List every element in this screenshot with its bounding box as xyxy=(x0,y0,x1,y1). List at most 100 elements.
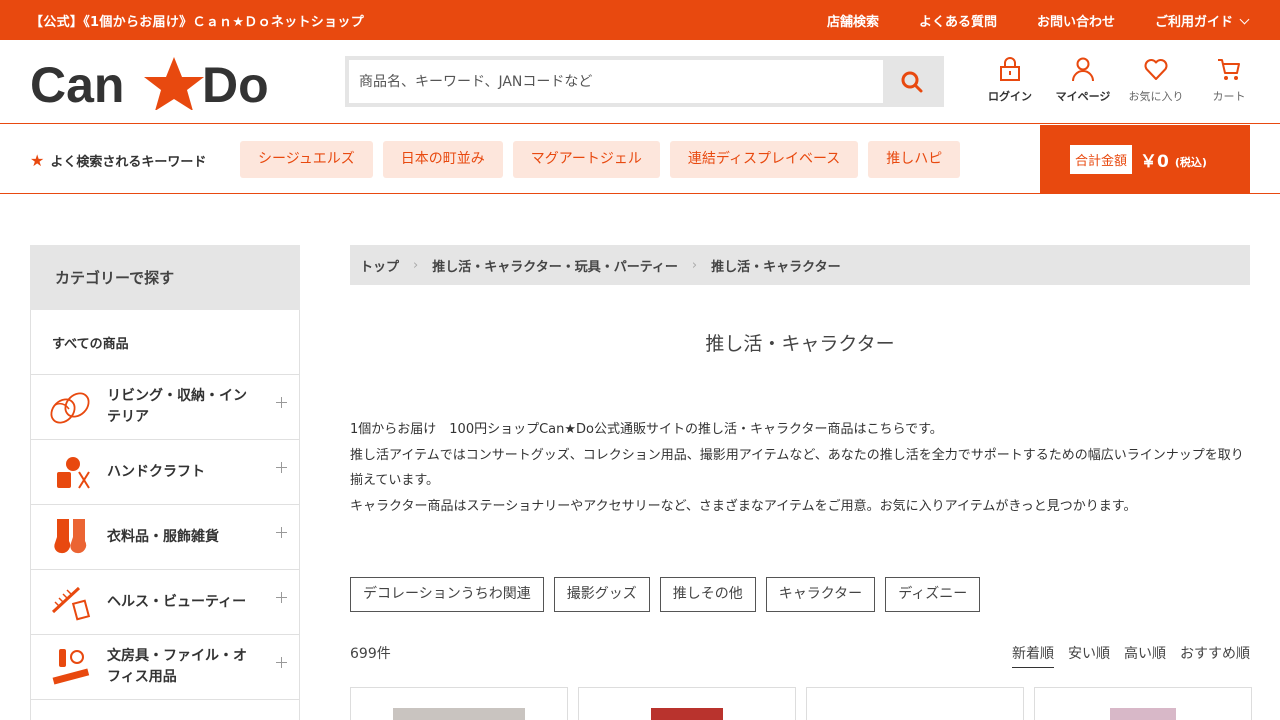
person-icon xyxy=(1072,57,1094,82)
product-image xyxy=(393,708,525,720)
product-card[interactable] xyxy=(806,687,1024,720)
sidebar-item-handcraft[interactable]: ハンドクラフト xyxy=(30,440,300,505)
breadcrumb-separator: › xyxy=(691,257,698,273)
cart-label: カート xyxy=(1212,90,1246,103)
sidebar-item-health-beauty[interactable]: ヘルス・ビューティー xyxy=(30,570,300,635)
subcategory-link[interactable]: 推しその他 xyxy=(659,577,756,612)
description-line: キャラクター商品はステーショナリーやアクセサリーなど、さまざまなアイテムをご用意… xyxy=(350,498,1137,514)
expand-plus-icon[interactable] xyxy=(276,397,287,408)
subcategory-link[interactable]: ディズニー xyxy=(885,577,981,612)
breadcrumb: トップ › 推し活・キャラクター・玩具・パーティー › 推し活・キャラクター xyxy=(350,245,1250,285)
cart-total-amount: ￥0 xyxy=(1140,152,1169,172)
nav-guide[interactable]: ご利用ガイド xyxy=(1154,11,1250,30)
sidebar-item-living[interactable]: リビング・収納・インテリア xyxy=(30,375,300,440)
expand-plus-icon[interactable] xyxy=(276,657,287,668)
sidebar-item-clothing[interactable]: 衣料品・服飾雑貨 xyxy=(30,505,300,570)
sidebar-item-all-products[interactable]: すべての商品 xyxy=(30,310,300,375)
sort-price-high[interactable]: 高い順 xyxy=(1124,643,1166,668)
category-description: 1個からお届け 100円ショップCan★Do公式通販サイトの推し活・キャラクター… xyxy=(350,417,1250,519)
sort-price-low[interactable]: 安い順 xyxy=(1068,643,1110,668)
sidebar-title: カテゴリーで探す xyxy=(30,245,300,310)
top-notice-bar: 【公式】《1個からお届け》Ｃａｎ★Ｄｏネットショップ 店舗検索 よくある質問 お… xyxy=(0,0,1280,40)
subcategory-link[interactable]: キャラクター xyxy=(765,577,876,612)
header-icons: ログイン マイページ お気に入り カート xyxy=(975,56,1267,104)
login-label: ログイン xyxy=(988,90,1032,103)
logo-image: Can Do xyxy=(30,57,269,113)
description-line: 推し活アイテムではコンサートグッズ、コレクション用品、撮影用アイテムなど、あなた… xyxy=(350,447,1244,489)
sidebar-item-label: リビング・収納・インテリア xyxy=(107,388,247,425)
product-card[interactable] xyxy=(350,687,568,720)
page-title: 推し活・キャラクター xyxy=(705,333,895,355)
sort-options: 新着順 安い順 高い順 おすすめ順 xyxy=(1012,643,1250,668)
subcategory-link[interactable]: 撮影グッズ xyxy=(553,577,650,612)
svg-text:Can: Can xyxy=(30,57,124,110)
product-card[interactable] xyxy=(578,687,796,720)
nav-guide-label: ご利用ガイド xyxy=(1154,15,1233,30)
sidebar-item-label: ヘルス・ビューティー xyxy=(107,593,247,610)
keywords-heading: ★ よく検索されるキーワード xyxy=(30,151,206,170)
socks-icon xyxy=(54,519,87,554)
sidebar-item-stationery[interactable]: 文房具・ファイル・オフィス用品 xyxy=(30,635,300,700)
mypage-link[interactable]: マイページ xyxy=(1048,56,1118,104)
popular-keywords-bar: ★ よく検索されるキーワード シージュエルズ 日本の町並み マグアートジェル 連… xyxy=(0,125,1280,194)
keyword-tag[interactable]: 推しハピ xyxy=(868,141,961,178)
sidebar-item-label: 衣料品・服飾雑貨 xyxy=(107,528,219,545)
cart-total-box[interactable]: 合計金額 ￥0 (税込) xyxy=(1040,125,1250,194)
cart-icon xyxy=(1218,59,1240,80)
category-sidebar: カテゴリーで探す すべての商品 リビング・収納・インテリア ハンドクラフト 衣料… xyxy=(30,245,300,720)
lock-icon xyxy=(1000,57,1020,81)
product-grid xyxy=(350,687,1252,720)
subcategory-list: デコレーションうちわ関連 撮影グッズ 推しその他 キャラクター ディズニー xyxy=(350,577,981,612)
breadcrumb-top[interactable]: トップ xyxy=(360,256,399,275)
keyword-tag[interactable]: シージュエルズ xyxy=(240,141,373,178)
craft-icon xyxy=(57,457,90,489)
keyword-tags: シージュエルズ 日本の町並み マグアートジェル 連結ディスプレイベース 推しハピ xyxy=(240,141,961,178)
breadcrumb-separator: › xyxy=(413,257,419,273)
search-button[interactable] xyxy=(883,60,940,103)
cart-link[interactable]: カート xyxy=(1194,56,1264,104)
expand-plus-icon[interactable] xyxy=(276,527,287,538)
keywords-title: よく検索されるキーワード xyxy=(50,155,207,170)
mypage-label: マイページ xyxy=(1055,90,1111,103)
cando-logo[interactable]: Can Do xyxy=(30,54,270,113)
login-link[interactable]: ログイン xyxy=(975,56,1045,104)
expand-plus-icon[interactable] xyxy=(276,462,287,473)
nav-faq[interactable]: よくある質問 xyxy=(919,11,997,30)
keyword-tag[interactable]: マグアートジェル xyxy=(512,141,660,178)
slippers-icon xyxy=(50,392,90,424)
search-bar xyxy=(345,56,944,107)
favorites-link[interactable]: お気に入り xyxy=(1121,56,1191,104)
subcategory-link[interactable]: デコレーションうちわ関連 xyxy=(350,577,544,612)
nav-store-search[interactable]: 店舗検索 xyxy=(827,11,879,30)
heart-icon xyxy=(1144,59,1168,80)
product-image xyxy=(1110,708,1176,720)
sidebar-item-label: 文房具・ファイル・オフィス用品 xyxy=(107,648,247,685)
product-image xyxy=(651,708,723,720)
nav-contact[interactable]: お問い合わせ xyxy=(1037,11,1115,30)
comb-icon xyxy=(51,586,91,621)
expand-plus-icon[interactable] xyxy=(276,592,287,603)
site-header: Can Do ログイン マイページ xyxy=(0,40,1280,124)
result-count: 699件 xyxy=(350,646,391,662)
description-line: 1個からお届け 100円ショップCan★Do公式通販サイトの推し活・キャラクター… xyxy=(350,422,943,437)
top-nav: 店舗検索 よくある質問 お問い合わせ ご利用ガイド xyxy=(827,11,1250,30)
sort-newest[interactable]: 新着順 xyxy=(1012,643,1054,668)
svg-text:Do: Do xyxy=(202,57,269,110)
breadcrumb-current: 推し活・キャラクター xyxy=(711,259,841,275)
product-card[interactable] xyxy=(1034,687,1252,720)
shop-notice: 【公式】《1個からお届け》Ｃａｎ★Ｄｏネットショップ xyxy=(30,15,364,30)
sidebar-item-partial[interactable] xyxy=(30,700,300,720)
star-icon: ★ xyxy=(30,151,45,170)
cart-tax-note: (税込) xyxy=(1174,155,1207,169)
cart-total-label: 合計金額 xyxy=(1070,145,1133,174)
sidebar-item-label: ハンドクラフト xyxy=(107,463,205,480)
stationery-icon xyxy=(52,649,90,685)
chevron-down-icon xyxy=(1239,14,1250,25)
search-input[interactable] xyxy=(349,60,883,103)
keyword-tag[interactable]: 日本の町並み xyxy=(382,141,503,178)
breadcrumb-parent[interactable]: 推し活・キャラクター・玩具・パーティー xyxy=(432,256,678,275)
main-content: トップ › 推し活・キャラクター・玩具・パーティー › 推し活・キャラクター 推… xyxy=(350,245,1252,720)
search-icon xyxy=(901,71,922,92)
sort-recommended[interactable]: おすすめ順 xyxy=(1180,643,1250,668)
keyword-tag[interactable]: 連結ディスプレイベース xyxy=(669,141,859,178)
